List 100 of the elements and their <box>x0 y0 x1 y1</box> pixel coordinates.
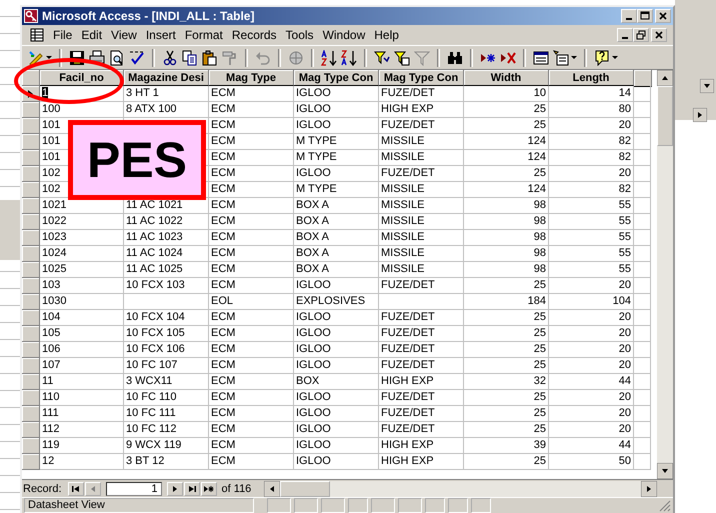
undo-icon[interactable] <box>255 50 271 66</box>
empty-cell[interactable] <box>634 278 651 294</box>
column-header[interactable]: Width <box>464 70 549 86</box>
select-all-button[interactable] <box>22 70 40 86</box>
table-cell[interactable]: 100 <box>40 102 124 118</box>
column-header[interactable]: Magazine Desi <box>124 70 209 86</box>
table-cell[interactable]: 25 <box>464 454 549 470</box>
table-cell[interactable]: IGLOO <box>294 118 379 134</box>
table-cell[interactable]: ECM <box>209 358 294 374</box>
table-cell[interactable]: 10 <box>464 86 549 102</box>
table-cell[interactable]: 55 <box>549 230 634 246</box>
vertical-scrollbar[interactable] <box>657 70 673 479</box>
table-cell[interactable]: 20 <box>549 118 634 134</box>
table-cell[interactable]: IGLOO <box>294 102 379 118</box>
table-cell[interactable]: 44 <box>549 374 634 390</box>
table-cell[interactable]: 20 <box>549 166 634 182</box>
table-cell[interactable]: ECM <box>209 438 294 454</box>
table-cell[interactable]: 1030 <box>40 294 124 310</box>
table-cell[interactable]: MISSILE <box>379 246 464 262</box>
table-cell[interactable]: BOX A <box>294 230 379 246</box>
empty-cell[interactable] <box>634 150 651 166</box>
empty-cell[interactable] <box>379 294 464 310</box>
table-cell[interactable]: 10 FC 112 <box>124 422 209 438</box>
dropdown-arrow-icon[interactable] <box>571 56 577 60</box>
table-cell[interactable]: 25 <box>464 102 549 118</box>
table-cell[interactable]: 32 <box>464 374 549 390</box>
table-cell[interactable]: HIGH EXP <box>379 374 464 390</box>
empty-cell[interactable] <box>124 294 209 310</box>
table-cell[interactable]: 104 <box>40 310 124 326</box>
scroll-left-icon[interactable] <box>264 480 280 496</box>
table-cell[interactable]: MISSILE <box>379 150 464 166</box>
table-cell[interactable]: 25 <box>464 406 549 422</box>
record-number-field[interactable]: 1 <box>106 482 162 496</box>
table-cell[interactable]: BOX A <box>294 246 379 262</box>
scroll-down-icon[interactable] <box>700 79 714 93</box>
table-cell[interactable]: ECM <box>209 390 294 406</box>
globe-icon[interactable] <box>288 50 304 66</box>
table-cell[interactable]: 55 <box>549 198 634 214</box>
table-cell[interactable]: FUZE/DET <box>379 342 464 358</box>
menu-item[interactable]: Help <box>370 28 403 42</box>
table-cell[interactable]: 10 FCX 106 <box>124 342 209 358</box>
table-cell[interactable]: ECM <box>209 278 294 294</box>
table-cell[interactable]: 11 <box>40 374 124 390</box>
table-cell[interactable]: 25 <box>464 358 549 374</box>
table-cell[interactable]: 98 <box>464 230 549 246</box>
table-cell[interactable]: 1024 <box>40 246 124 262</box>
table-cell[interactable]: FUZE/DET <box>379 422 464 438</box>
delete-record-icon[interactable] <box>500 50 516 66</box>
table-cell[interactable]: 55 <box>549 214 634 230</box>
table-cell[interactable]: 20 <box>549 342 634 358</box>
spelling-icon[interactable] <box>129 50 145 66</box>
empty-cell[interactable] <box>634 342 651 358</box>
table-cell[interactable]: 1 <box>40 86 124 102</box>
next-record-button[interactable] <box>166 482 183 496</box>
scroll-right-icon[interactable] <box>693 108 707 122</box>
empty-cell[interactable] <box>634 214 651 230</box>
table-cell[interactable]: 10 FC 110 <box>124 390 209 406</box>
table-cell[interactable]: ECM <box>209 246 294 262</box>
table-cell[interactable]: 119 <box>40 438 124 454</box>
table-cell[interactable]: FUZE/DET <box>379 278 464 294</box>
table-cell[interactable]: 10 FC 111 <box>124 406 209 422</box>
minimize-button[interactable] <box>617 28 633 42</box>
table-cell[interactable]: BOX A <box>294 214 379 230</box>
first-record-button[interactable] <box>68 482 84 496</box>
table-cell[interactable]: 107 <box>40 358 124 374</box>
table-cell[interactable]: FUZE/DET <box>379 358 464 374</box>
maximize-button[interactable] <box>637 9 653 23</box>
table-cell[interactable]: 25 <box>464 166 549 182</box>
design-view-icon[interactable] <box>28 50 44 66</box>
table-cell[interactable]: 11 AC 1023 <box>124 230 209 246</box>
empty-cell[interactable] <box>634 390 651 406</box>
close-button[interactable] <box>655 9 671 23</box>
table-cell[interactable]: 50 <box>549 454 634 470</box>
empty-cell[interactable] <box>634 262 651 278</box>
table-cell[interactable]: ECM <box>209 166 294 182</box>
table-cell[interactable]: M TYPE <box>294 182 379 198</box>
empty-cell[interactable] <box>634 374 651 390</box>
empty-cell[interactable] <box>634 454 651 470</box>
table-cell[interactable]: ECM <box>209 118 294 134</box>
help-icon[interactable] <box>594 50 610 66</box>
table-cell[interactable]: ECM <box>209 406 294 422</box>
filter-by-selection-icon[interactable] <box>374 50 390 66</box>
scroll-up-icon[interactable] <box>657 70 673 86</box>
empty-cell[interactable] <box>634 294 651 310</box>
table-cell[interactable]: 8 ATX 100 <box>124 102 209 118</box>
table-cell[interactable]: 20 <box>549 358 634 374</box>
column-header[interactable]: Mag Type Con <box>294 70 379 86</box>
table-cell[interactable]: 98 <box>464 214 549 230</box>
table-cell[interactable]: 105 <box>40 326 124 342</box>
table-cell[interactable]: 103 <box>40 278 124 294</box>
table-cell[interactable]: EXPLOSIVES <box>294 294 379 310</box>
empty-cell[interactable] <box>634 358 651 374</box>
table-cell[interactable]: MISSILE <box>379 262 464 278</box>
copy-icon[interactable] <box>182 50 198 66</box>
close-button[interactable] <box>651 28 667 42</box>
table-cell[interactable]: 20 <box>549 278 634 294</box>
filter-by-form-icon[interactable] <box>394 50 410 66</box>
menu-item[interactable]: Window <box>318 28 370 42</box>
table-cell[interactable]: 104 <box>549 294 634 310</box>
minimize-button[interactable] <box>621 9 637 23</box>
